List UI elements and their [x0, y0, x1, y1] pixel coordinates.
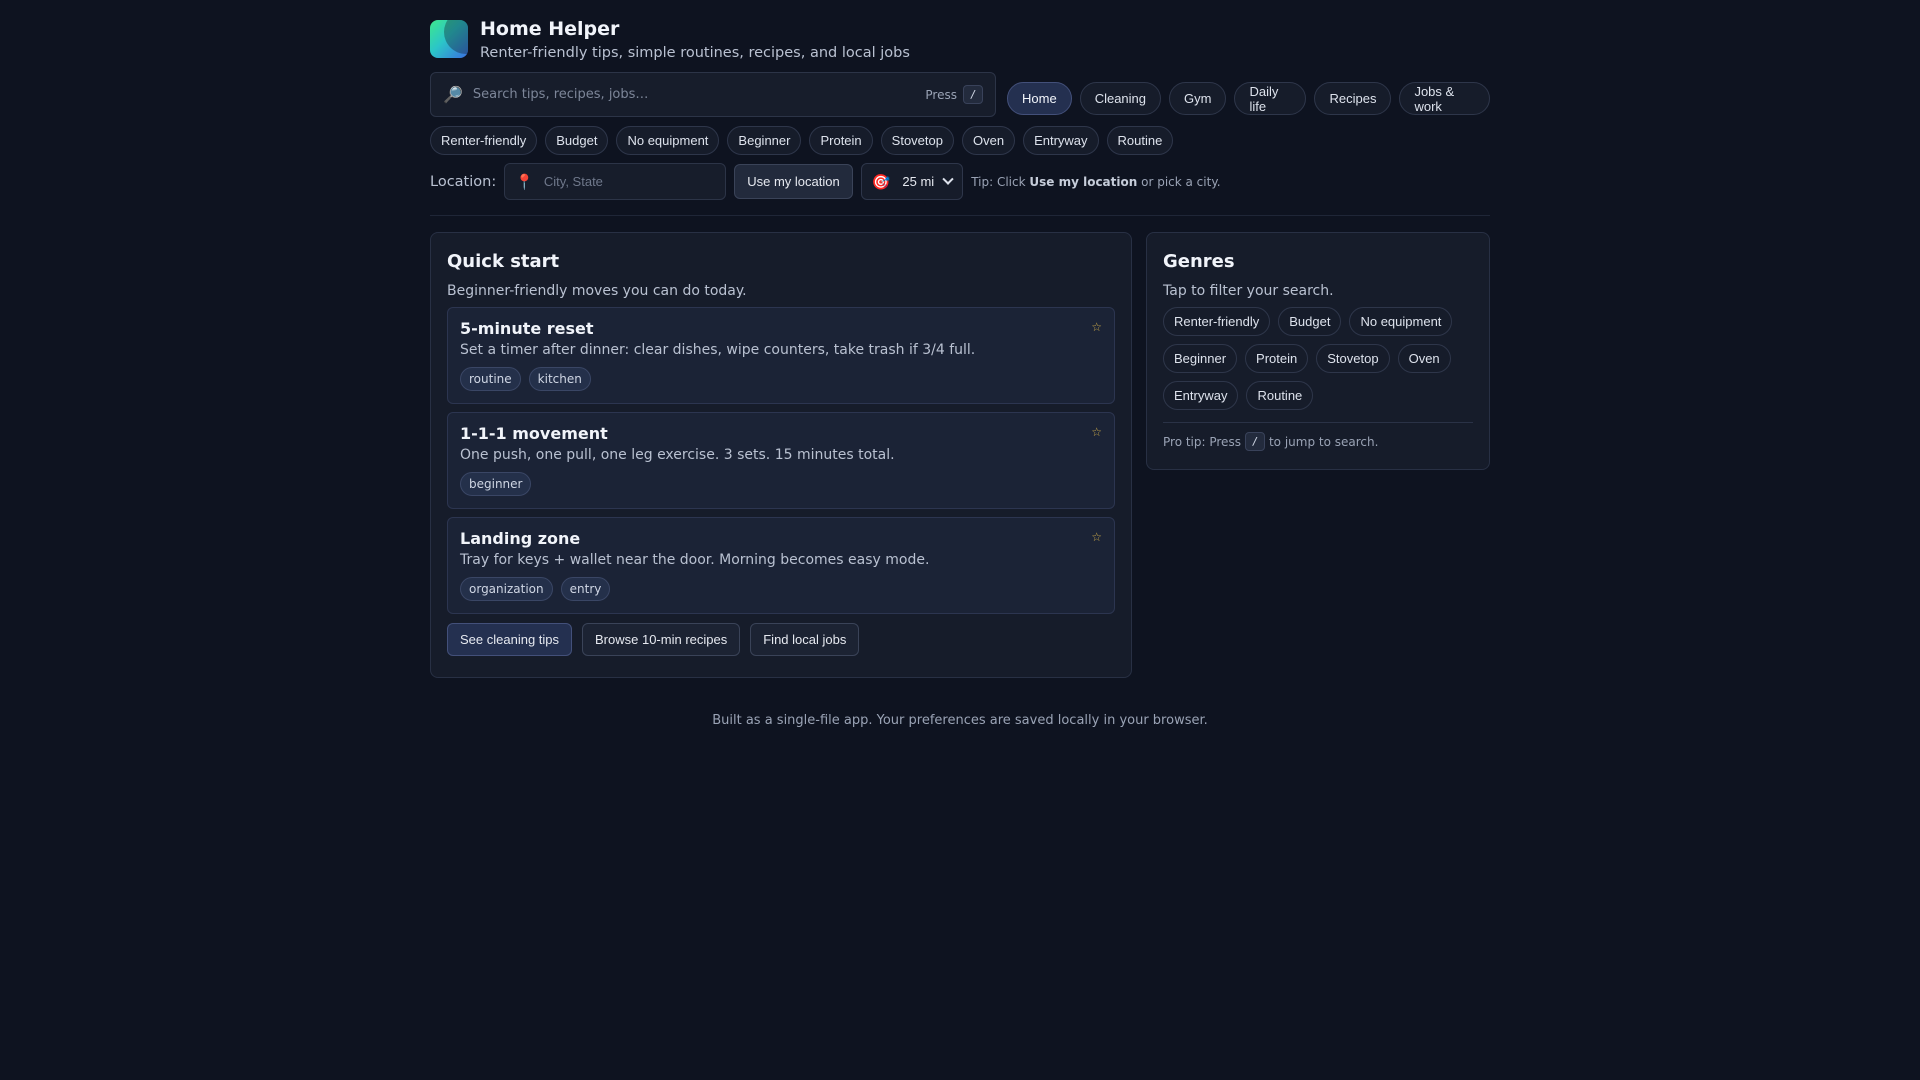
filter-chip-no-equipment[interactable]: No equipment — [616, 126, 720, 155]
location-tip: Tip: Click Use my location or pick a cit… — [971, 175, 1220, 189]
card-description: One push, one pull, one leg exercise. 3 … — [460, 447, 895, 463]
location-row: Location: 📍 Use my location 🎯 25 mi Tip:… — [430, 163, 1221, 200]
app-logo — [430, 20, 468, 58]
radius-value: 25 mi — [902, 174, 935, 189]
location-field[interactable]: 📍 — [504, 163, 727, 200]
tip-bold: Use my location — [1029, 174, 1138, 189]
browse-recipes-button[interactable]: Browse 10-min recipes — [582, 623, 741, 656]
chevron-down-icon — [942, 173, 954, 185]
card-title: 5-minute reset — [460, 319, 594, 338]
filter-chip-renter-friendly[interactable]: Renter-friendly — [430, 126, 538, 155]
tag[interactable]: kitchen — [528, 367, 591, 391]
card-description: Set a timer after dinner: clear dishes, … — [460, 342, 976, 358]
card-title: 1-1-1 movement — [460, 424, 608, 443]
tag[interactable]: entry — [560, 577, 611, 601]
use-my-location-button[interactable]: Use my location — [734, 164, 853, 199]
tab-daily-life[interactable]: Daily life — [1234, 82, 1307, 115]
search-input[interactable] — [472, 87, 926, 102]
star-icon[interactable]: ☆ — [1091, 530, 1102, 544]
tip-card[interactable]: Landing zone Tray for keys + wallet near… — [447, 517, 1115, 614]
genre-chip-oven[interactable]: Oven — [1397, 344, 1451, 373]
location-input[interactable] — [543, 174, 720, 189]
target-icon: 🎯 — [871, 173, 891, 191]
tab-jobs-work[interactable]: Jobs & work — [1399, 82, 1490, 115]
genre-chip-routine[interactable]: Routine — [1246, 381, 1314, 410]
genres-panel: Genres Tap to filter your search. Renter… — [1146, 232, 1490, 470]
app-header: Home Helper Renter-friendly tips, simple… — [430, 0, 1490, 216]
genres-subtitle: Tap to filter your search. — [1163, 283, 1334, 299]
filter-chips: Renter-friendly Budget No equipment Begi… — [430, 126, 1174, 155]
tip-card[interactable]: 1-1-1 movement One push, one pull, one l… — [447, 412, 1115, 509]
genre-chip-stovetop[interactable]: Stovetop — [1316, 344, 1390, 373]
card-tags: organization entry — [460, 577, 1102, 601]
quick-start-subtitle: Beginner-friendly moves you can do today… — [447, 283, 747, 299]
tag[interactable]: organization — [460, 577, 553, 601]
find-local-jobs-button[interactable]: Find local jobs — [750, 623, 860, 656]
quick-start-panel: Quick start Beginner-friendly moves you … — [430, 232, 1132, 678]
tab-cleaning[interactable]: Cleaning — [1079, 82, 1162, 115]
genre-chip-renter-friendly[interactable]: Renter-friendly — [1163, 307, 1271, 336]
star-icon[interactable]: ☆ — [1091, 425, 1102, 439]
tip-suffix: or pick a city. — [1137, 174, 1221, 189]
star-icon[interactable]: ☆ — [1091, 320, 1102, 334]
tip-card[interactable]: 5-minute reset Set a timer after dinner:… — [447, 307, 1115, 404]
filter-chip-budget[interactable]: Budget — [545, 126, 609, 155]
tab-gym[interactable]: Gym — [1169, 82, 1227, 115]
divider — [1163, 422, 1473, 423]
genre-chip-entryway[interactable]: Entryway — [1163, 381, 1239, 410]
card-tags: beginner — [460, 472, 1102, 496]
filter-chip-oven[interactable]: Oven — [962, 126, 1016, 155]
card-title: Landing zone — [460, 529, 581, 548]
genre-chips: Renter-friendly Budget No equipment Begi… — [1163, 307, 1463, 410]
tag[interactable]: beginner — [460, 472, 532, 496]
quick-start-title: Quick start — [447, 251, 560, 272]
main-content: Quick start Beginner-friendly moves you … — [430, 216, 1490, 728]
quick-actions: See cleaning tips Browse 10-min recipes … — [447, 623, 1115, 656]
filter-chip-entryway[interactable]: Entryway — [1023, 126, 1099, 155]
tab-home[interactable]: Home — [1007, 82, 1072, 115]
filter-chip-protein[interactable]: Protein — [809, 126, 873, 155]
filter-chip-stovetop[interactable]: Stovetop — [880, 126, 954, 155]
filter-chip-routine[interactable]: Routine — [1106, 126, 1174, 155]
main-nav: Home Cleaning Gym Daily life Recipes Job… — [1007, 82, 1490, 115]
pro-tip: Pro tip: Press / to jump to search. — [1163, 432, 1473, 451]
radius-select[interactable]: 🎯 25 mi — [860, 163, 964, 200]
pro-tip-suffix: to jump to search. — [1268, 434, 1379, 449]
footer-note: Built as a single-file app. Your prefere… — [712, 713, 1208, 728]
brand: Home Helper Renter-friendly tips, simple… — [430, 18, 910, 61]
genres-title: Genres — [1163, 251, 1235, 272]
app-title: Home Helper — [480, 18, 620, 40]
location-label: Location: — [430, 173, 497, 190]
search-icon: 🔎 — [443, 85, 463, 104]
genre-chip-beginner[interactable]: Beginner — [1163, 344, 1238, 373]
shortcut-key: / — [963, 85, 983, 104]
pro-tip-prefix: Pro tip: Press — [1163, 434, 1241, 449]
app-subtitle: Renter-friendly tips, simple routines, r… — [480, 45, 910, 61]
tab-recipes[interactable]: Recipes — [1314, 82, 1392, 115]
see-cleaning-tips-button[interactable]: See cleaning tips — [447, 623, 573, 656]
genre-chip-no-equipment[interactable]: No equipment — [1349, 307, 1453, 336]
filter-chip-beginner[interactable]: Beginner — [727, 126, 802, 155]
press-label: Press — [925, 87, 957, 102]
pro-tip-key: / — [1244, 432, 1265, 451]
card-description: Tray for keys + wallet near the door. Mo… — [460, 552, 930, 568]
search-shortcut-hint: Press / — [925, 85, 983, 104]
genre-chip-protein[interactable]: Protein — [1245, 344, 1309, 373]
genre-chip-budget[interactable]: Budget — [1278, 307, 1342, 336]
tag[interactable]: routine — [460, 367, 521, 391]
tip-prefix: Tip: Click — [971, 174, 1030, 189]
card-tags: routine kitchen — [460, 367, 1102, 391]
search-box[interactable]: 🔎 Press / — [430, 72, 996, 117]
pin-icon: 📍 — [515, 172, 534, 191]
